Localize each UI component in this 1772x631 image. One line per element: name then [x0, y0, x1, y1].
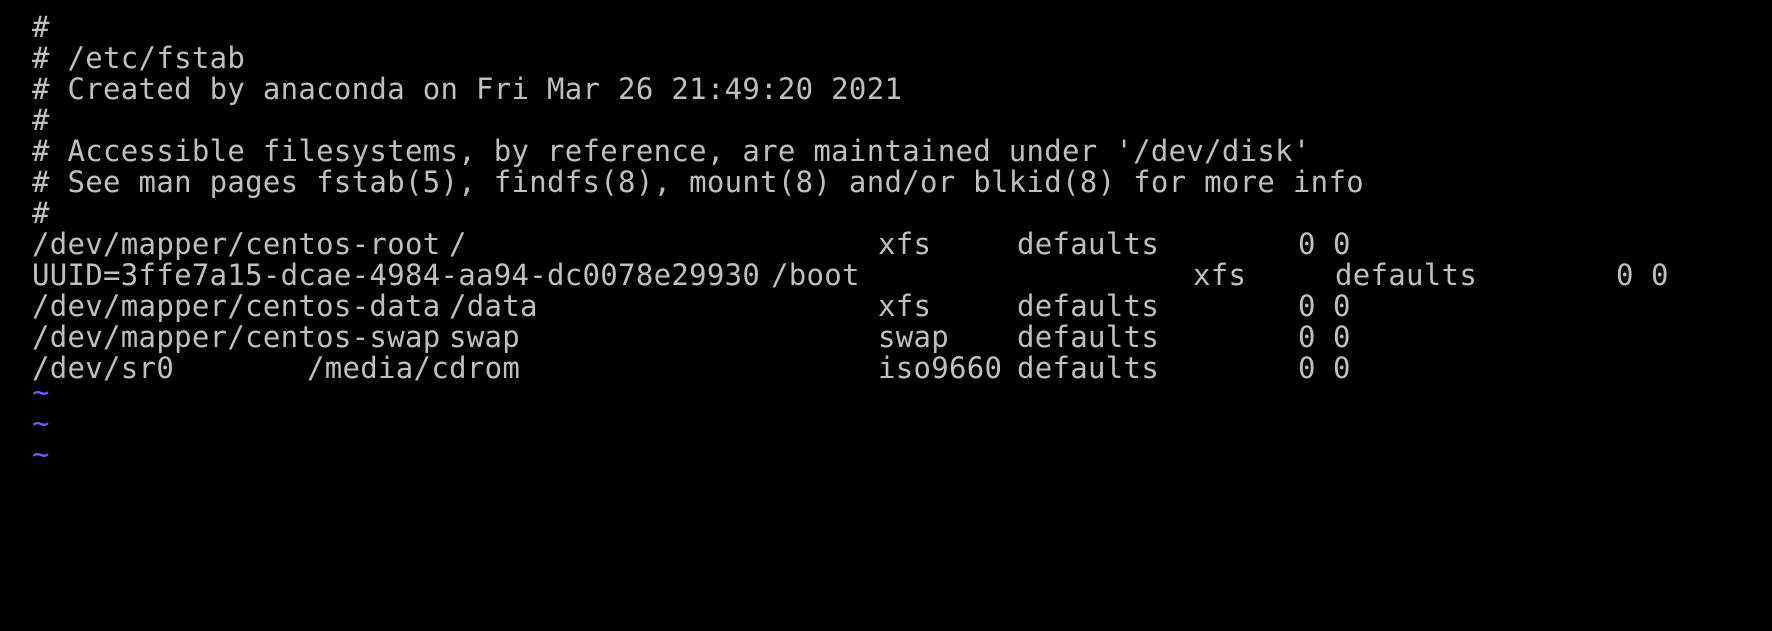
- comment-line: #: [32, 103, 50, 137]
- mount-field: /media/cdrom: [307, 351, 521, 385]
- comment-line: # /etc/fstab: [32, 41, 246, 75]
- fstype-field: xfs: [878, 289, 932, 323]
- pass-field: 0: [1651, 258, 1669, 292]
- pass-field: 0: [1333, 289, 1351, 323]
- options-field: defaults: [1017, 320, 1160, 354]
- empty-line-tilde: ~: [32, 406, 50, 440]
- comment-line: # Accessible filesystems, by reference, …: [32, 134, 1311, 168]
- device-field: /dev/mapper/centos-root: [32, 227, 441, 261]
- empty-line-tilde: ~: [32, 375, 50, 409]
- device-field: /dev/mapper/centos-swap: [32, 320, 441, 354]
- dump-field: 0: [1616, 258, 1634, 292]
- device-field: /dev/mapper/centos-data: [32, 289, 441, 323]
- dump-field: 0: [1298, 227, 1316, 261]
- pass-field: 0: [1333, 320, 1351, 354]
- mount-field: /boot: [771, 258, 860, 292]
- fstab-entry-boot: UUID=3ffe7a15-dcae-4984-aa94-dc0078e2993…: [0, 258, 1772, 293]
- options-field: defaults: [1335, 258, 1478, 292]
- dump-field: 0: [1298, 351, 1316, 385]
- fstab-entry-swap: /dev/mapper/centos-swap swap swap defaul…: [0, 320, 1772, 355]
- device-field: /dev/sr0: [32, 351, 175, 385]
- vi-terminal-screen[interactable]: # # /etc/fstab # Created by anaconda on …: [0, 0, 1772, 546]
- fstype-field: iso9660: [878, 351, 1003, 385]
- options-field: defaults: [1017, 351, 1160, 385]
- pass-field: 0: [1333, 227, 1351, 261]
- fstab-entry-root: /dev/mapper/centos-root / xfs defaults 0…: [0, 227, 1772, 262]
- mount-field: swap: [449, 320, 521, 354]
- empty-line-tilde: ~: [32, 437, 50, 471]
- comment-line: # Created by anaconda on Fri Mar 26 21:4…: [32, 72, 903, 106]
- comment-line: #: [32, 196, 50, 230]
- mount-field: /: [449, 227, 467, 261]
- options-field: defaults: [1017, 289, 1160, 323]
- comment-line: #: [32, 10, 50, 44]
- fstype-field: swap: [878, 320, 950, 354]
- fstype-field: xfs: [878, 227, 932, 261]
- fstab-entry-cdrom: /dev/sr0 /media/cdrom iso9660 defaults 0…: [0, 351, 1772, 386]
- mount-field: /data: [449, 289, 538, 323]
- fstab-entry-data: /dev/mapper/centos-data /data xfs defaul…: [0, 289, 1772, 324]
- pass-field: 0: [1333, 351, 1351, 385]
- fstype-field: xfs: [1193, 258, 1247, 292]
- options-field: defaults: [1017, 227, 1160, 261]
- dump-field: 0: [1298, 289, 1316, 323]
- comment-line: # See man pages fstab(5), findfs(8), mou…: [32, 165, 1364, 199]
- dump-field: 0: [1298, 320, 1316, 354]
- device-field: UUID=3ffe7a15-dcae-4984-aa94-dc0078e2993…: [32, 258, 761, 292]
